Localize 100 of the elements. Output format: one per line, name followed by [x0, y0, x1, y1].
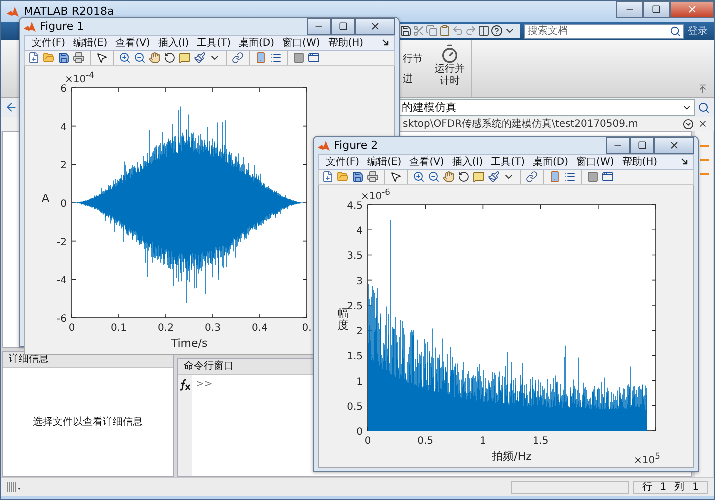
collapse-icon[interactable] [698, 84, 708, 94]
menu-item[interactable]: 桌面(D) [236, 36, 278, 50]
menu-item[interactable]: 文件(F) [323, 155, 363, 169]
menu-item[interactable]: 编辑(E) [70, 36, 111, 50]
ribbon-label[interactable]: 行节 [403, 52, 423, 66]
tick-label: 2 [60, 160, 67, 172]
save-icon[interactable] [400, 25, 412, 37]
pointer-icon[interactable] [390, 171, 402, 183]
brush-icon[interactable] [488, 171, 500, 183]
tick-label: 0 [68, 323, 76, 334]
status-text: 1 [660, 482, 667, 492]
rotate-icon[interactable] [164, 52, 176, 64]
tick-label: 0.2 [158, 323, 174, 334]
menu-item[interactable]: 工具(T) [488, 155, 528, 169]
minimize-button[interactable] [616, 1, 643, 18]
close-button[interactable] [670, 1, 714, 18]
hand-icon[interactable] [149, 52, 161, 64]
save-icon[interactable] [352, 171, 364, 183]
minimize-button[interactable] [606, 137, 630, 154]
close-icon [686, 4, 698, 15]
zoom-in-icon[interactable] [119, 52, 131, 64]
save-icon[interactable] [58, 52, 70, 64]
menu-item[interactable]: 插入(I) [449, 155, 486, 169]
maximize-button[interactable] [643, 1, 670, 18]
maximize-icon [638, 141, 646, 150]
brush-icon[interactable] [194, 52, 206, 64]
tick-label: -6 [57, 314, 67, 325]
back-icon[interactable] [5, 101, 18, 114]
link-icon[interactable] [232, 52, 244, 64]
zoom-out-icon[interactable] [428, 171, 440, 183]
details-message: 选择文件以查看详细信息 [32, 416, 144, 430]
close-icon [668, 140, 680, 151]
help-icon[interactable] [491, 25, 503, 37]
tick-label: 1 [480, 436, 486, 447]
print-icon[interactable] [367, 171, 379, 183]
colorbar-icon[interactable] [255, 52, 267, 64]
status-text: 1 [692, 482, 699, 492]
dock-icon[interactable] [681, 158, 689, 166]
menu-item[interactable]: 帮助(H) [619, 155, 661, 169]
menu-item[interactable]: 桌面(D) [530, 155, 572, 169]
rotate-icon[interactable] [458, 171, 470, 183]
ribbon-label[interactable]: 进 [403, 72, 423, 86]
pointer-icon[interactable] [96, 52, 108, 64]
minimize-button[interactable] [307, 18, 331, 35]
windows-icon[interactable] [478, 25, 490, 37]
x-axis-label: 拍频/Hz [492, 450, 532, 463]
tick-label: 3.5 [347, 251, 363, 262]
tick-label: 0 [60, 199, 67, 210]
menu-item[interactable]: 窗口(W) [280, 36, 324, 50]
maximize-icon [338, 22, 348, 31]
tick-label: 0.1 [111, 323, 127, 334]
paste-icon[interactable] [439, 25, 451, 37]
search-icon[interactable] [698, 102, 710, 114]
print-icon[interactable] [73, 52, 85, 64]
function-icon[interactable] [179, 379, 191, 391]
maximize-button[interactable] [331, 18, 355, 35]
tick-label: 4.5 [347, 201, 363, 212]
square-icon[interactable] [293, 52, 305, 64]
address-field[interactable]: 的建模仿真 [399, 99, 695, 116]
tick-label: -2 [57, 237, 67, 248]
copy-icon[interactable] [426, 25, 438, 37]
window-icon[interactable] [308, 52, 320, 64]
menu-item[interactable]: 查看(V) [406, 155, 448, 169]
menu-item[interactable]: 查看(V) [112, 36, 154, 50]
sign-in-link[interactable]: 登录 [688, 24, 708, 38]
window-icon[interactable] [602, 171, 614, 183]
logo-icon [318, 140, 330, 152]
run-and-time-button[interactable]: 运行并 计时 [429, 40, 472, 97]
tick-label: 2.5 [347, 301, 363, 312]
zoom-in-icon[interactable] [413, 171, 425, 183]
square-icon[interactable] [587, 171, 599, 183]
command-prompt: >> [195, 378, 213, 391]
close-button[interactable] [654, 137, 694, 154]
dock-icon[interactable] [382, 39, 390, 47]
tick-label: 1.5 [532, 436, 549, 447]
menu-item[interactable]: 窗口(W) [574, 155, 618, 169]
new-file-icon[interactable] [28, 52, 40, 64]
menu-icon[interactable] [683, 118, 694, 130]
close-button[interactable] [355, 18, 395, 35]
search-field[interactable]: 搜索文档 [524, 24, 684, 38]
menu-item[interactable]: 插入(I) [155, 36, 192, 50]
menu-item[interactable]: 文件(F) [29, 36, 69, 50]
status-text: 列 [674, 481, 685, 494]
maximize-button[interactable] [630, 137, 654, 154]
menu-item[interactable]: 帮助(H) [325, 36, 367, 50]
tick-label: 0.4 [252, 323, 268, 334]
close-icon[interactable] [698, 119, 708, 129]
file-path: sktop\OFDR传感系统的建模仿真\test20170509.m [403, 118, 640, 131]
colorbar-icon[interactable] [549, 171, 561, 183]
y-axis-label: 幅度 [338, 308, 349, 332]
zoom-out-icon[interactable] [134, 52, 146, 64]
menu-item[interactable]: 编辑(E) [364, 155, 405, 169]
tick-label: 4 [60, 122, 67, 134]
tick-label: 3 [356, 276, 363, 288]
link-icon[interactable] [526, 171, 538, 183]
grip-icon [7, 482, 21, 492]
new-file-icon[interactable] [322, 171, 334, 183]
hand-icon[interactable] [443, 171, 455, 183]
menu-item[interactable]: 工具(T) [194, 36, 234, 50]
status-text: 行 [642, 481, 652, 494]
